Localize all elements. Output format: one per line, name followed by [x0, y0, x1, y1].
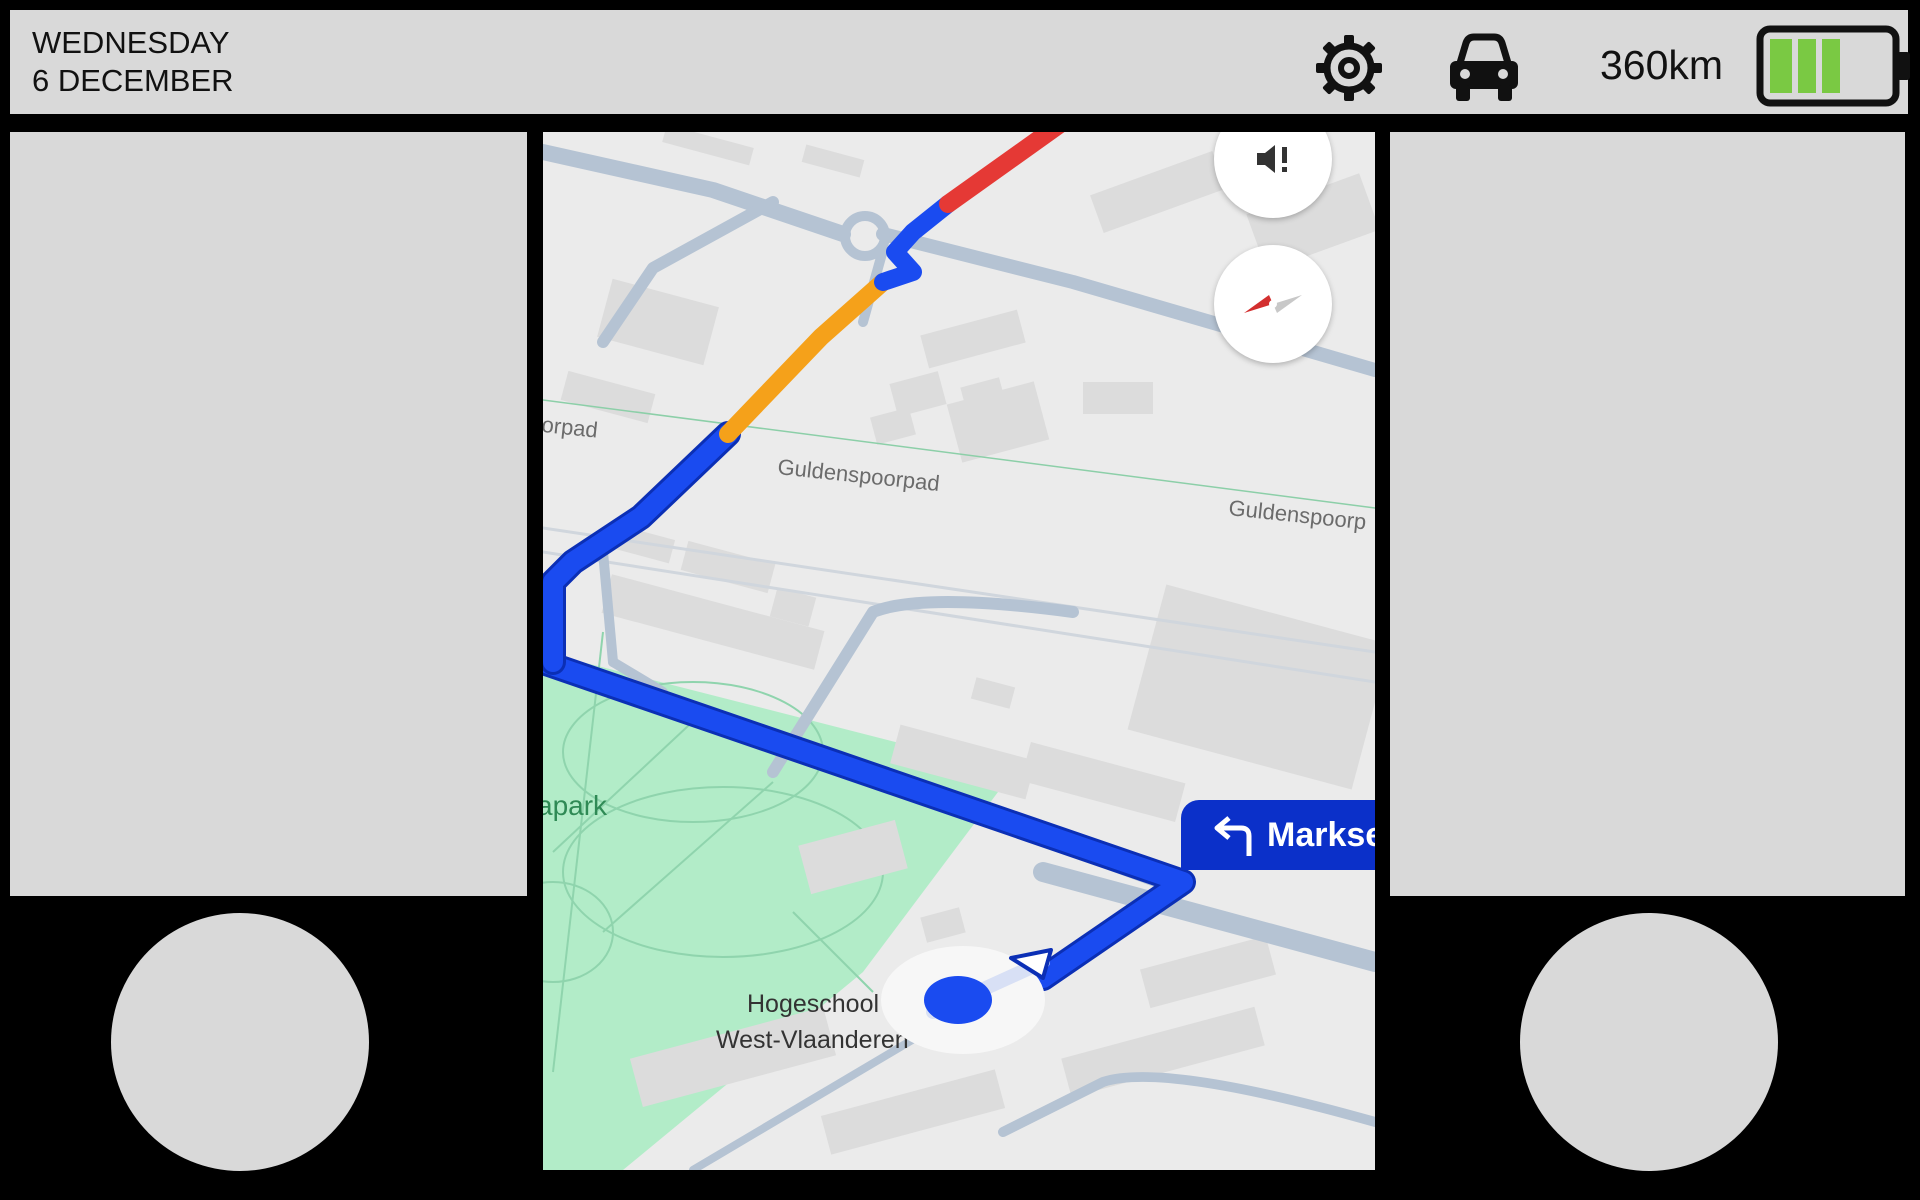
volume-alert-icon: [1257, 145, 1287, 173]
date-display: WEDNESDAY 6 DECEMBER: [32, 24, 234, 100]
vehicle-button[interactable]: [1446, 30, 1522, 106]
settings-button[interactable]: [1311, 30, 1387, 106]
map-label-poi-line2: West-Vlaanderen: [716, 1026, 909, 1054]
right-panel: [1390, 132, 1905, 896]
car-icon: [1450, 33, 1518, 101]
left-panel: [10, 132, 527, 896]
right-round-button[interactable]: [1520, 913, 1778, 1171]
top-status-bar: WEDNESDAY 6 DECEMBER 360km: [10, 10, 1910, 114]
gear-icon: [1316, 35, 1382, 101]
map-label-park: apark: [543, 790, 608, 821]
weekday-label: WEDNESDAY: [32, 25, 230, 60]
turn-street-name: Markse: [1267, 815, 1375, 854]
compass-button[interactable]: [1214, 245, 1332, 363]
battery-indicator: [1756, 25, 1914, 107]
compass-icon: [1244, 295, 1302, 313]
map-label-poi-line1: Hogeschool: [747, 990, 879, 1018]
turn-left-icon: [1214, 816, 1252, 856]
next-turn-instruction[interactable]: Markse: [1181, 800, 1375, 870]
left-round-button[interactable]: [111, 913, 369, 1171]
navigation-map[interactable]: orpad Guldenspoorpad Guldenspoorp apark …: [543, 132, 1375, 1170]
date-label: 6 DECEMBER: [32, 63, 234, 98]
range-readout: 360km: [1600, 42, 1724, 88]
battery-icon: [1756, 25, 1910, 107]
